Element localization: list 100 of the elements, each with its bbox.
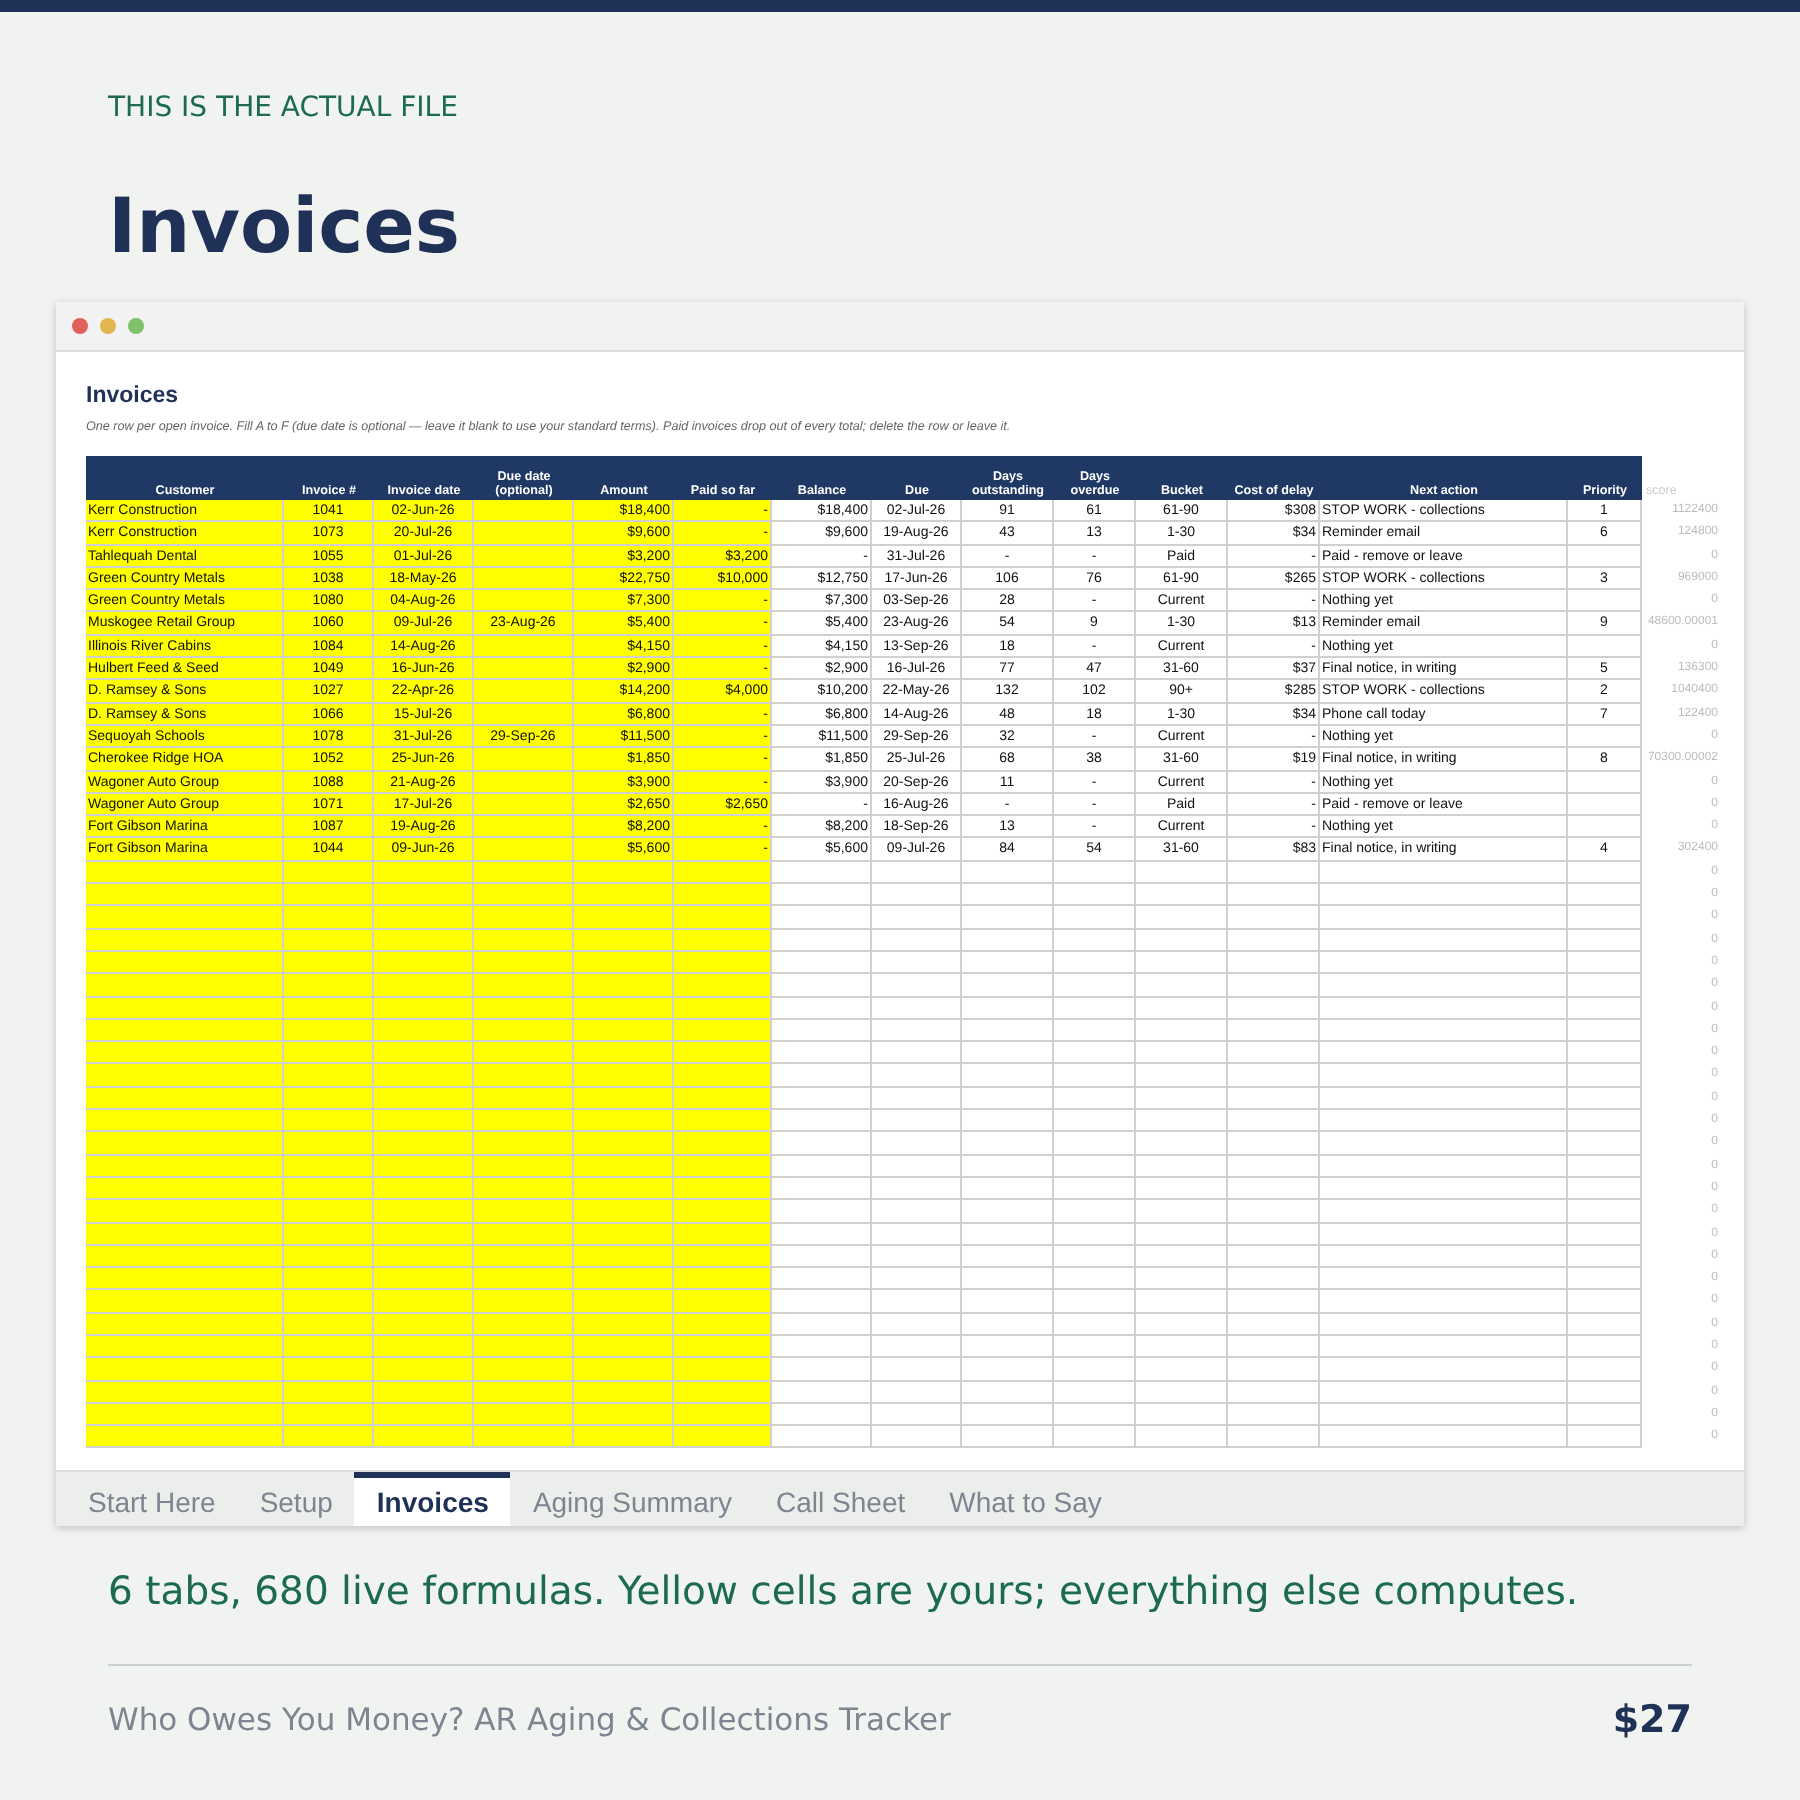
- empty-cell: [1054, 1200, 1136, 1223]
- empty-cell: [1568, 929, 1642, 952]
- empty-cell: [1568, 1042, 1642, 1065]
- empty-cell: [962, 1200, 1054, 1223]
- empty-cell: [872, 929, 962, 952]
- empty-cell: [1228, 1335, 1320, 1359]
- empty-cell: [1054, 1064, 1136, 1088]
- empty-cell: [1228, 906, 1320, 930]
- empty-cell: [962, 1268, 1054, 1291]
- empty-cell: [872, 1426, 962, 1449]
- empty-cell: [962, 1426, 1054, 1449]
- empty-cell: [1228, 1087, 1320, 1111]
- empty-cell: [1136, 861, 1228, 885]
- empty-cell: [1228, 1200, 1320, 1223]
- empty-cell: [1136, 929, 1228, 952]
- sheet-tab[interactable]: Aging Summary: [510, 1472, 755, 1526]
- empty-cell: [1054, 1087, 1136, 1111]
- close-dot-icon: [72, 318, 88, 334]
- empty-cell: [1136, 1200, 1228, 1223]
- empty-cell: [1568, 635, 1642, 659]
- empty-cell: [1054, 929, 1136, 952]
- empty-cell: [1228, 1042, 1320, 1065]
- empty-cell: [1136, 1290, 1228, 1314]
- empty-cell: [872, 1223, 962, 1246]
- empty-cell: [962, 884, 1054, 907]
- empty-cell: [1054, 1155, 1136, 1178]
- empty-cell: [1228, 1403, 1320, 1427]
- empty-cell: [872, 1268, 962, 1291]
- empty-cell: [1136, 1403, 1228, 1427]
- empty-cell: [1228, 929, 1320, 952]
- empty-cell: [1054, 1177, 1136, 1201]
- empty-cell: [1228, 1313, 1320, 1336]
- sheet-title: Invoices: [86, 384, 179, 408]
- empty-cell: [872, 1335, 962, 1359]
- empty-cell: [1568, 884, 1642, 907]
- empty-cell: [1568, 1358, 1642, 1382]
- empty-cell: [872, 1403, 962, 1427]
- empty-cell: [1136, 1426, 1228, 1449]
- empty-cell: [1054, 1290, 1136, 1314]
- empty-cell: [1568, 1313, 1642, 1336]
- empty-cell: [1568, 1335, 1642, 1359]
- empty-cell: [1054, 1358, 1136, 1382]
- empty-cell: [962, 1132, 1054, 1156]
- empty-cell: [1054, 1403, 1136, 1427]
- sheet-tab[interactable]: Start Here: [66, 1472, 238, 1526]
- empty-cell: [1136, 906, 1228, 930]
- empty-cell: [962, 1381, 1054, 1404]
- empty-cell: [962, 1245, 1054, 1269]
- empty-cell: [962, 1064, 1054, 1088]
- empty-cell: [872, 1200, 962, 1223]
- empty-cell: [872, 1042, 962, 1065]
- empty-cell: [962, 974, 1054, 998]
- empty-cell: [1228, 1381, 1320, 1404]
- empty-cell: [1228, 1290, 1320, 1314]
- sheet-tab[interactable]: Invoices: [354, 1472, 511, 1526]
- empty-cell: [962, 1177, 1054, 1201]
- empty-cell: [1136, 1358, 1228, 1382]
- empty-cell: [1054, 997, 1136, 1020]
- empty-cell: [1228, 1426, 1320, 1449]
- empty-cell: [872, 951, 962, 975]
- empty-cell: [872, 1177, 962, 1201]
- empty-cell: [962, 997, 1054, 1020]
- empty-cell: [1568, 1245, 1642, 1269]
- empty-cell: [1136, 974, 1228, 998]
- empty-cell: [872, 1358, 962, 1382]
- empty-cell: [962, 1223, 1054, 1246]
- empty-cell: [1568, 816, 1642, 839]
- empty-cell: [1054, 861, 1136, 885]
- empty-cell: [872, 884, 962, 907]
- empty-cell: [1568, 545, 1642, 568]
- empty-cell: [872, 1019, 962, 1043]
- empty-cell: [1568, 1426, 1642, 1449]
- sheet-tab[interactable]: What to Say: [927, 1472, 1124, 1526]
- empty-cell: [1228, 997, 1320, 1020]
- empty-cell: [1054, 1335, 1136, 1359]
- empty-cell: [1228, 974, 1320, 998]
- empty-cell: [962, 951, 1054, 975]
- empty-cell: [1136, 1042, 1228, 1065]
- empty-cell: [872, 997, 962, 1020]
- empty-cell: [1568, 1177, 1642, 1201]
- minimize-dot-icon: [100, 318, 116, 334]
- empty-cell: [872, 1087, 962, 1111]
- empty-cell: [1228, 1268, 1320, 1291]
- empty-cell: [1054, 1042, 1136, 1065]
- sheet-tab[interactable]: Setup: [237, 1472, 355, 1526]
- sheet-tab[interactable]: Call Sheet: [754, 1472, 928, 1526]
- empty-cell: [1136, 1335, 1228, 1359]
- empty-cell: [1136, 997, 1228, 1020]
- empty-cell: [1228, 884, 1320, 907]
- empty-cell: [962, 1313, 1054, 1336]
- empty-cell: [1228, 1019, 1320, 1043]
- empty-cell: [962, 1087, 1054, 1111]
- price-label: $27: [1612, 1698, 1692, 1742]
- empty-cell: [1136, 1381, 1228, 1404]
- empty-cell: [1568, 951, 1642, 975]
- empty-cell: [962, 1403, 1054, 1427]
- empty-cell: [1568, 906, 1642, 930]
- empty-cell: [1568, 1381, 1642, 1404]
- eyebrow-label: THIS IS THE ACTUAL FILE: [108, 92, 458, 124]
- empty-cell: [1568, 997, 1642, 1020]
